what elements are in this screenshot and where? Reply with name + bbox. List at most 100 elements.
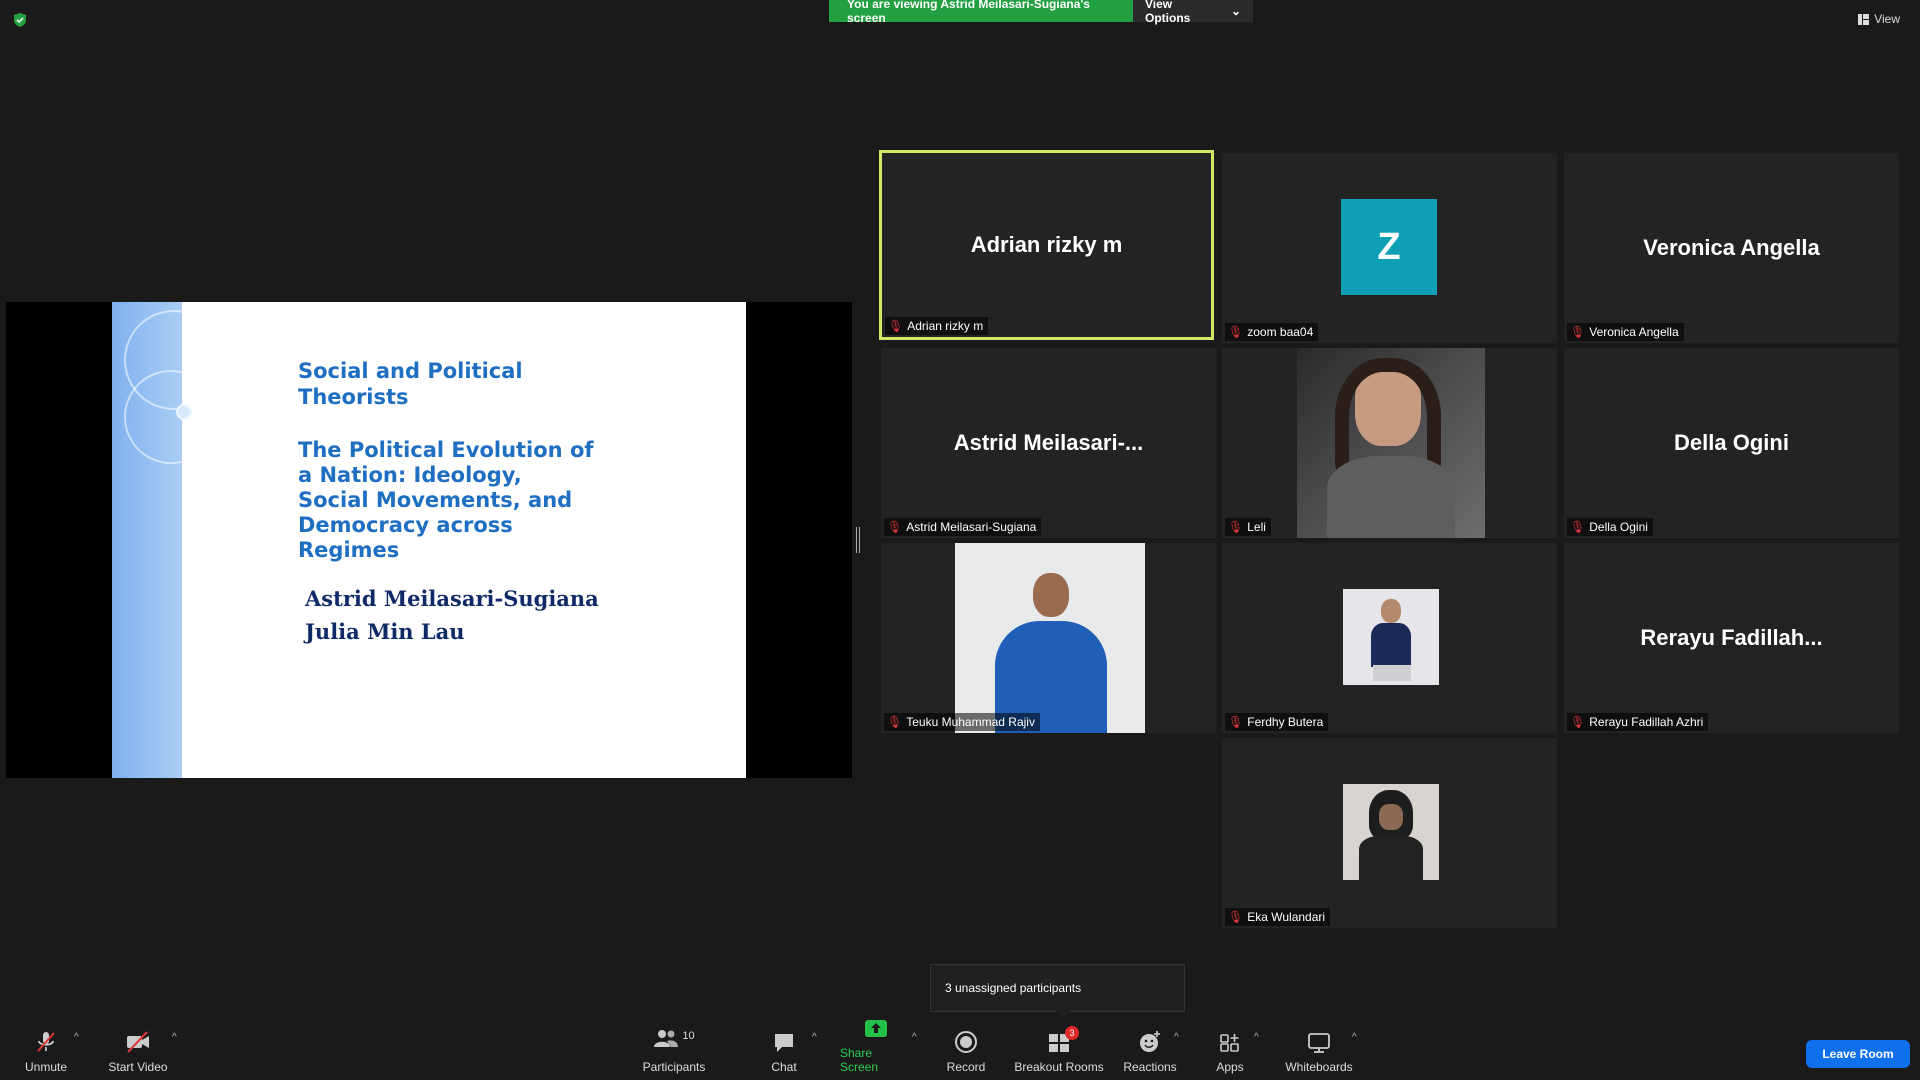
whiteboards-button[interactable]: Whiteboards <box>1280 1016 1358 1080</box>
video-off-icon <box>127 1031 149 1053</box>
reactions-button[interactable]: Reactions <box>1120 1016 1180 1080</box>
participant-display-name: Rerayu Fadillah... <box>1640 625 1823 650</box>
leave-room-button[interactable]: Leave Room <box>1806 1040 1910 1068</box>
participants-count: 10 <box>682 1030 695 1042</box>
unassigned-participants-tooltip: 3 unassigned participants <box>930 964 1185 1018</box>
people-icon <box>654 1030 679 1047</box>
apps-options-caret-icon[interactable]: ^ <box>1254 1032 1259 1043</box>
participant-video <box>1297 348 1485 538</box>
participant-display-name: Della Ogini <box>1674 430 1789 455</box>
participant-video <box>955 543 1145 733</box>
participant-name: Ferdhy Butera <box>1247 715 1324 729</box>
share-screen-label: Share Screen <box>840 1046 879 1074</box>
participant-tile[interactable]: Astrid Meilasari-... 🎙 Astrid Meilasari-S… <box>881 348 1216 538</box>
unmute-button[interactable]: Unmute <box>18 1016 74 1080</box>
start-video-button[interactable]: Start Video <box>106 1016 170 1080</box>
participant-name: Teuku Muhammad Rajiv <box>906 715 1035 729</box>
hoodie-shape <box>1359 836 1423 880</box>
view-options-button[interactable]: View Options ⌄ <box>1133 0 1253 25</box>
participant-tile[interactable]: Adrian rizky m 🎙 Adrian rizky m <box>879 150 1214 340</box>
participants-button[interactable]: 10 Participants <box>640 1016 708 1080</box>
decor-circle <box>176 404 192 420</box>
whiteboard-icon <box>1308 1033 1330 1053</box>
participant-name-label: 🎙 Leli <box>1225 518 1271 536</box>
participant-name: Rerayu Fadillah Azhri <box>1589 715 1704 729</box>
muted-mic-icon: 🎙 <box>1228 715 1244 729</box>
participant-name: Veronica Angella <box>1589 325 1679 339</box>
encryption-shield-icon[interactable] <box>12 12 28 28</box>
presentation-slide: Social and Political Theorists The Polit… <box>112 302 746 778</box>
muted-mic-icon: 🎙 <box>887 520 903 534</box>
breakout-rooms-button[interactable]: Breakout Rooms <box>1013 1016 1105 1080</box>
viewing-screen-message: You are viewing Astrid Meilasari-Sugiana… <box>829 0 1133 25</box>
participant-name: zoom baa04 <box>1247 325 1314 339</box>
screen-share-banner: You are viewing Astrid Meilasari-Sugiana… <box>829 0 1253 25</box>
shirt-shape <box>1327 456 1455 538</box>
participant-name-label: 🎙 Della Ogini <box>1567 518 1653 536</box>
muted-mic-icon: 🎙 <box>1228 910 1244 924</box>
apps-button[interactable]: Apps <box>1212 1016 1248 1080</box>
muted-mic-icon: 🎙 <box>1228 325 1244 339</box>
face-shape <box>1379 804 1403 830</box>
breakout-rooms-label: Breakout Rooms <box>1014 1060 1104 1074</box>
participants-icon-group: 10 <box>653 1028 695 1054</box>
participant-name-label: 🎙 Adrian rizky m <box>885 317 989 335</box>
participant-name-label: 🎙 Rerayu Fadillah Azhri <box>1567 713 1709 731</box>
participant-name-label: 🎙 Veronica Angella <box>1567 323 1684 341</box>
share-screen-button[interactable]: Share Screen <box>840 1016 912 1080</box>
record-button[interactable]: Record <box>945 1016 987 1080</box>
participant-display-name: Veronica Angella <box>1643 235 1820 260</box>
slide-author: Julia Min Lau <box>305 619 465 644</box>
breakout-rooms-badge: 3 <box>1065 1026 1079 1040</box>
slide-subtitle: The Political Evolution of a Nation: Ide… <box>298 438 594 562</box>
participant-tile[interactable]: 🎙 Ferdhy Butera <box>1222 543 1557 733</box>
view-options-label: View Options <box>1145 0 1191 25</box>
whiteboards-options-caret-icon[interactable]: ^ <box>1352 1032 1357 1043</box>
participant-name: Adrian rizky m <box>907 319 984 333</box>
video-options-caret-icon[interactable]: ^ <box>172 1032 177 1043</box>
participant-name: Astrid Meilasari-Sugiana <box>906 520 1037 534</box>
slide-authors: Astrid Meilasari-Sugiana Julia Min Lau <box>305 582 599 648</box>
record-label: Record <box>946 1060 986 1074</box>
muted-mic-icon: 🎙 <box>1570 715 1586 729</box>
participant-video <box>1343 784 1439 880</box>
apps-icon <box>1220 1034 1239 1052</box>
unmute-label: Unmute <box>24 1060 68 1074</box>
grid-view-icon <box>1858 13 1870 25</box>
slide-author: Astrid Meilasari-Sugiana <box>305 586 599 611</box>
participant-name: Eka Wulandari <box>1247 910 1326 924</box>
participant-tile[interactable]: 🎙 Leli <box>1222 348 1557 538</box>
participant-tile[interactable]: Z 🎙 zoom baa04 <box>1222 153 1557 343</box>
reactions-label: Reactions <box>1123 1060 1177 1074</box>
chat-label: Chat <box>771 1060 797 1074</box>
participant-name-label: 🎙 Eka Wulandari <box>1225 908 1331 926</box>
slide-title: Social and Political Theorists <box>298 359 523 409</box>
participants-label: Participants <box>642 1060 706 1074</box>
apps-label: Apps <box>1216 1060 1244 1074</box>
muted-microphone-icon <box>37 1032 55 1052</box>
participant-tile[interactable]: Rerayu Fadillah... 🎙 Rerayu Fadillah Azhr… <box>1564 543 1899 733</box>
shared-screen[interactable]: Social and Political Theorists The Polit… <box>6 302 852 778</box>
participant-display-name: Adrian rizky m <box>970 232 1123 257</box>
chat-options-caret-icon[interactable]: ^ <box>812 1032 817 1043</box>
participant-name-label: 🎙 Teuku Muhammad Rajiv <box>884 713 1040 731</box>
meeting-toolbar: Unmute ^ Start Video ^ 10 Participants C… <box>0 1016 1920 1080</box>
participant-tile[interactable]: 🎙 Teuku Muhammad Rajiv <box>881 543 1216 733</box>
record-icon <box>955 1031 977 1053</box>
face-shape <box>1033 573 1069 617</box>
participant-tile[interactable]: 🎙 Eka Wulandari <box>1222 738 1557 928</box>
split-view-handle[interactable] <box>856 527 860 553</box>
participant-tile[interactable]: Della Ogini 🎙 Della Ogini <box>1564 348 1899 538</box>
share-options-caret-icon[interactable]: ^ <box>912 1032 917 1043</box>
share-screen-icon <box>865 1020 887 1037</box>
chat-bubble-icon <box>775 1034 793 1052</box>
chat-button[interactable]: Chat <box>764 1016 804 1080</box>
reactions-options-caret-icon[interactable]: ^ <box>1174 1032 1179 1043</box>
start-video-label: Start Video <box>108 1060 168 1074</box>
smiley-icon <box>1140 1031 1160 1052</box>
participant-tile[interactable]: Veronica Angella 🎙 Veronica Angella <box>1564 153 1899 343</box>
legs-shape <box>1373 665 1411 681</box>
audio-options-caret-icon[interactable]: ^ <box>74 1032 79 1043</box>
view-button[interactable]: View <box>1858 12 1900 26</box>
muted-mic-icon: 🎙 <box>888 319 904 333</box>
